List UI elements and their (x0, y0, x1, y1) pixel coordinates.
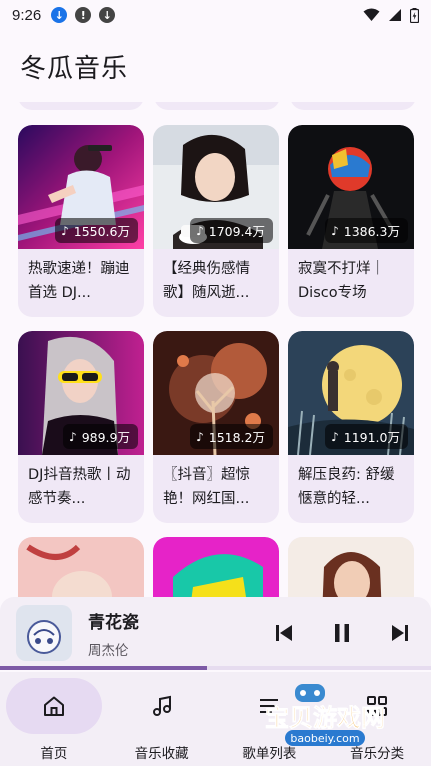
nav-item-playlists[interactable]: 歌单列表 (216, 672, 324, 766)
play-count: 989.9万 (81, 430, 130, 445)
playlist-card[interactable]: ♪ 1386.3万 寂寞不打烊｜Disco专场 (288, 125, 414, 317)
nav-label: 首页 (40, 746, 68, 762)
card-stub (290, 102, 416, 110)
dj-neon-cover: ♪ 1550.6万 (18, 125, 144, 249)
play-count: 1191.0万 (343, 430, 400, 445)
play-count: 1386.3万 (343, 224, 400, 239)
nav-item-home[interactable]: 首页 (0, 672, 108, 766)
system-icons (363, 7, 419, 23)
mini-player[interactable]: 青花瓷 周杰伦 (0, 597, 431, 669)
card-stub (18, 102, 144, 110)
next-button[interactable] (385, 618, 415, 648)
playlist-cover (288, 537, 414, 597)
playlist-card[interactable]: ♪ 1550.6万 热歌速递！蹦迪首选 DJ... (18, 125, 144, 317)
play-count-badge: ♪ 1191.0万 (325, 424, 408, 449)
playlist-title: 〖抖音〗超惊艳！网红国... (163, 467, 250, 507)
playlist-title: DJ抖音热歌丨动感节奏... (28, 467, 131, 507)
music-note-icon: ♪ (331, 223, 339, 238)
nav-item-categories[interactable]: 音乐分类 (323, 672, 431, 766)
play-count-badge: ♪ 1386.3万 (325, 218, 408, 243)
previous-icon (276, 625, 292, 641)
bottom-navigation: 首页 音乐收藏 歌单列表 音乐分类 (0, 672, 431, 766)
playlist-card[interactable] (18, 537, 144, 597)
music-note-icon: ♪ (196, 223, 204, 238)
player-controls (269, 618, 415, 648)
status-bar: 9:26 ↓ ! ↓ (0, 0, 431, 30)
nav-label: 音乐分类 (350, 746, 405, 762)
nav-indicator (114, 678, 210, 734)
card-stub (154, 102, 280, 110)
playlist-card[interactable]: ♪ 1709.4万 【经典伤感情歌】随风逝... (153, 125, 279, 317)
wifi-icon (363, 8, 380, 21)
playlist-title: 热歌速递！蹦迪首选 DJ... (28, 261, 130, 301)
pause-button[interactable] (327, 618, 357, 648)
playlist-title: 解压良药: 舒缓惬意的轻... (298, 467, 395, 507)
song-title: 青花瓷 (88, 612, 139, 633)
moon-night-cover: ♪ 1191.0万 (288, 331, 414, 455)
home-icon (43, 696, 64, 716)
playlist-scroll-area[interactable]: ♪ 1550.6万 热歌速递！蹦迪首选 DJ... ♪ 1709.4万 【经典伤感情… (0, 102, 431, 597)
playlist-cover (153, 537, 279, 597)
nav-indicator (5, 678, 102, 734)
music-note-icon: ♪ (331, 429, 339, 444)
music-note-icon: ♪ (196, 429, 204, 444)
status-time: 9:26 (12, 6, 42, 24)
previous-button[interactable] (269, 618, 299, 648)
album-art (16, 605, 72, 661)
playlist-grid: ♪ 1550.6万 热歌速递！蹦迪首选 DJ... ♪ 1709.4万 【经典伤感情… (18, 125, 414, 597)
alert-icon: ! (75, 7, 92, 23)
page-title: 冬瓜音乐 (20, 54, 129, 84)
nav-indicator (329, 678, 425, 734)
disco-helmet-cover: ♪ 1386.3万 (288, 125, 414, 249)
playlist-card[interactable]: ♪ 1191.0万 解压良药: 舒缓惬意的轻... (288, 331, 414, 523)
download-icon: ↓ (51, 7, 68, 23)
player-meta: 青花瓷 周杰伦 (88, 608, 139, 659)
playback-progress[interactable] (0, 666, 431, 670)
playlist-card[interactable]: ♪ 1518.2万 〖抖音〗超惊艳！网红国... (153, 331, 279, 523)
golden-tree-cover: ♪ 1518.2万 (153, 331, 279, 455)
playlist-title: 寂寞不打烊｜Disco专场 (298, 261, 385, 301)
nav-item-favorites[interactable]: 音乐收藏 (108, 672, 216, 766)
goggles-woman-cover: ♪ 989.9万 (18, 331, 144, 455)
playlist-card[interactable] (153, 537, 279, 597)
playback-progress-fill (0, 666, 207, 670)
grid-icon (367, 696, 388, 716)
play-count: 1709.4万 (208, 224, 265, 239)
playlist-card[interactable] (288, 537, 414, 597)
music-note-icon: ♪ (61, 223, 69, 238)
music-note-icon (152, 695, 171, 716)
play-count-badge: ♪ 1550.6万 (55, 218, 138, 243)
nav-indicator (221, 678, 317, 734)
pause-icon (335, 624, 349, 642)
play-count-badge: ♪ 1518.2万 (190, 424, 273, 449)
play-count: 1550.6万 (73, 224, 130, 239)
nav-label: 歌单列表 (242, 746, 297, 762)
play-count-badge: ♪ 989.9万 (63, 424, 138, 449)
artist-name: 周杰伦 (88, 642, 129, 659)
nav-label: 音乐收藏 (134, 746, 189, 762)
signal-icon (389, 9, 401, 21)
next-icon (392, 625, 408, 641)
playlist-title: 【经典伤感情歌】随风逝... (163, 261, 250, 301)
music-note-icon: ♪ (69, 429, 77, 444)
battery-icon (410, 7, 419, 23)
playlist-cover (18, 537, 144, 597)
playlist-card[interactable]: ♪ 989.9万 DJ抖音热歌丨动感节奏... (18, 331, 144, 523)
download-icon: ↓ (99, 7, 116, 23)
notification-icons: ↓ ! ↓ (51, 7, 116, 23)
previous-row-stub (18, 102, 416, 110)
woman-portrait-cover: ♪ 1709.4万 (153, 125, 279, 249)
play-count: 1518.2万 (208, 430, 265, 445)
list-icon (260, 699, 279, 713)
play-count-badge: ♪ 1709.4万 (190, 218, 273, 243)
